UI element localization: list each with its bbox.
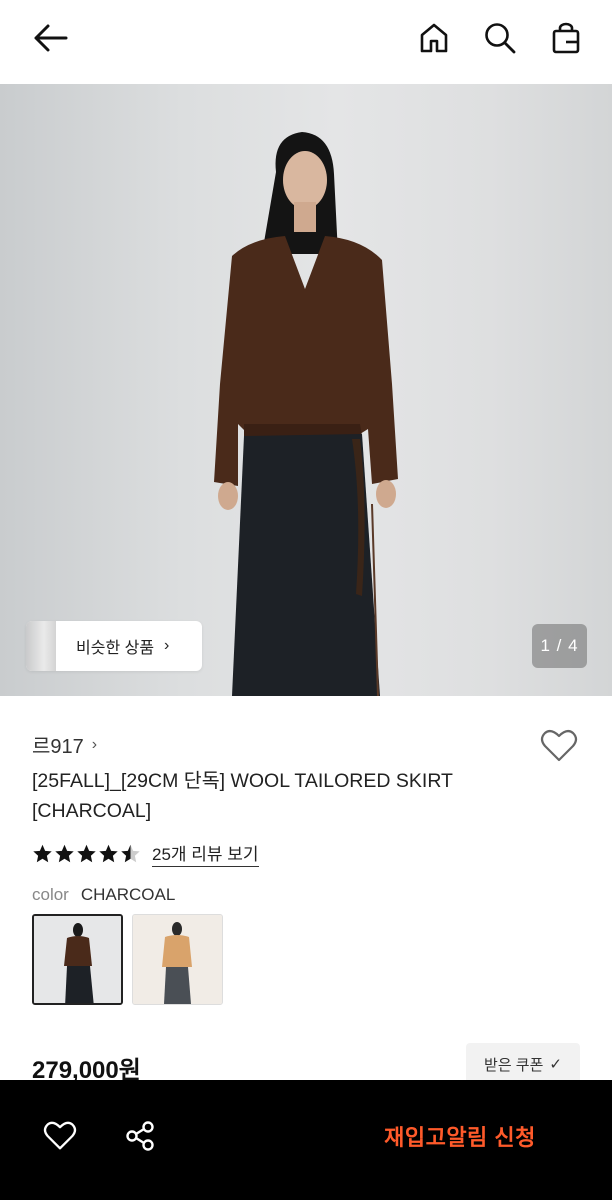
brand-link[interactable]: 르917 ›: [32, 730, 97, 759]
search-icon: [485, 23, 516, 54]
star-icon: [99, 844, 118, 863]
heart-icon: [43, 1121, 77, 1150]
bottom-action-bar: 재입고알림 신청: [0, 1080, 612, 1200]
image-pager-indicator: 1 / 4: [532, 624, 587, 668]
star-half-icon: [121, 844, 140, 863]
product-title: [25FALL]_[29CM 단독] WOOL TAILORED SKIRT […: [32, 770, 453, 822]
star-icon: [33, 844, 52, 863]
star-icon: [77, 844, 96, 863]
color-label-row: color CHARCOAL: [32, 885, 175, 905]
top-navigation-bar: [0, 0, 612, 84]
chevron-right-icon: ›: [164, 637, 170, 654]
check-icon: ✓: [549, 1056, 562, 1073]
coupon-label: 받은 쿠폰: [484, 1056, 544, 1074]
received-coupon-button[interactable]: 받은 쿠폰 ✓: [466, 1043, 580, 1085]
like-button[interactable]: [38, 1114, 82, 1158]
swatch-thumbnail: [34, 916, 121, 1003]
wishlist-button[interactable]: [538, 726, 580, 766]
brand-name: 르917: [32, 736, 84, 758]
star-icon: [55, 844, 74, 863]
home-button[interactable]: [412, 16, 456, 60]
color-key: color: [32, 885, 69, 904]
color-swatch-melange[interactable]: [132, 914, 223, 1005]
swatch-thumbnail: [133, 915, 222, 1004]
product-photo: [214, 132, 398, 696]
shopping-bag-icon: [552, 22, 580, 54]
arrow-left-icon: [34, 24, 68, 52]
share-button[interactable]: [118, 1114, 162, 1158]
restock-alert-button[interactable]: 재입고알림 신청: [360, 1114, 560, 1158]
search-button[interactable]: [478, 16, 522, 60]
similar-product-thumbnail: [26, 621, 56, 671]
heart-icon: [540, 729, 578, 762]
share-icon: [126, 1121, 154, 1151]
back-button[interactable]: [26, 18, 74, 58]
product-image-carousel[interactable]: 비슷한 상품 › 1 / 4: [0, 84, 612, 696]
home-icon: [420, 23, 448, 53]
color-swatch-charcoal[interactable]: [32, 914, 123, 1005]
similar-products-button[interactable]: 비슷한 상품 ›: [26, 621, 202, 671]
star-rating: [32, 843, 141, 864]
rating-row: 25개 리뷰 보기: [32, 840, 259, 867]
cart-button[interactable]: [544, 16, 588, 60]
review-link[interactable]: 25개 리뷰 보기: [152, 840, 259, 867]
similar-products-label: 비슷한 상품: [76, 640, 155, 657]
chevron-right-icon: ›: [91, 735, 98, 753]
color-value: CHARCOAL: [80, 885, 176, 904]
